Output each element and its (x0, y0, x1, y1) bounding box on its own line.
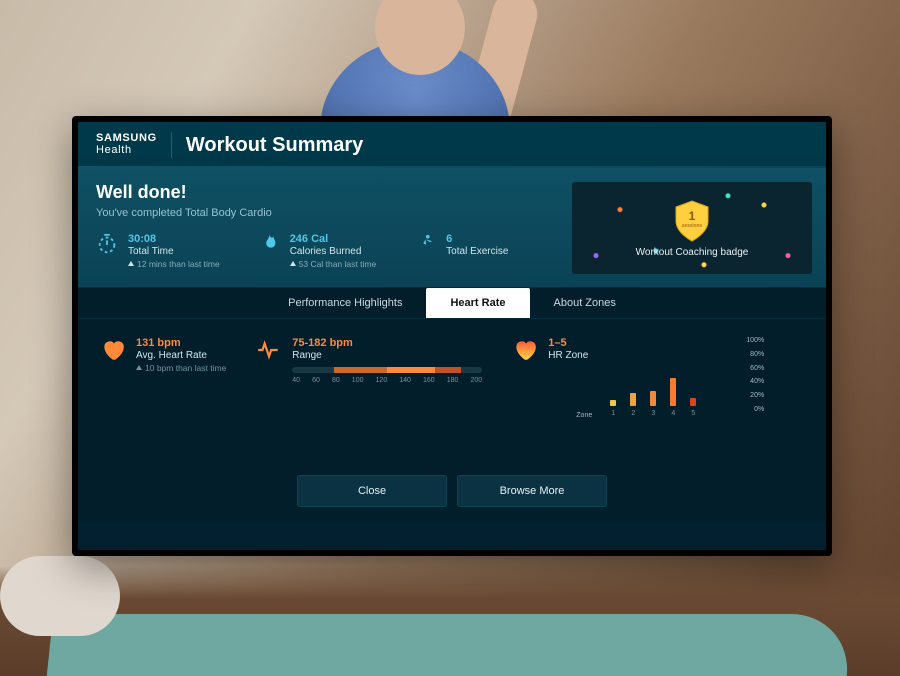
avg-hr-label: Avg. Heart Rate (136, 350, 226, 361)
background-foam-roller (0, 556, 120, 636)
stat-calories-label: Calories Burned (290, 246, 376, 257)
heart-icon (100, 337, 126, 363)
stat-calories: 246 Cal Calories Burned 53 Cal than last… (258, 233, 376, 269)
trophy-badge-icon: 1 sessions (672, 199, 712, 243)
hr-range-ticks: 406080100120140160180200 (292, 377, 482, 384)
hr-range-bar (292, 367, 482, 373)
stat-calories-delta: 53 Cal than last time (290, 259, 376, 269)
runner-icon (414, 233, 436, 255)
tv-frame: SAMSUNG Health Workout Summary Well done… (72, 116, 832, 556)
zone-chart-xlabel: Zone (576, 412, 592, 419)
tab-performance-highlights[interactable]: Performance Highlights (264, 288, 426, 318)
pulse-icon (256, 337, 282, 363)
hr-zone-value: 1–5 (548, 337, 588, 349)
stat-total-time: 30:08 Total Time 12 mins than last time (96, 233, 220, 269)
hr-zone-label: HR Zone (548, 350, 588, 361)
tab-bar: Performance Highlights Heart Rate About … (78, 287, 826, 319)
stat-exercise-value: 6 (446, 233, 508, 245)
stopwatch-icon (96, 233, 118, 255)
header: SAMSUNG Health Workout Summary (78, 122, 826, 166)
stat-exercise: 6 Total Exercise (414, 233, 508, 269)
achievement-badge-card: 1 sessions Workout Coaching badge (572, 182, 812, 274)
hr-range-value: 75-182 bpm (292, 337, 482, 349)
metric-avg-hr: 131 bpm Avg. Heart Rate 10 bpm than last… (100, 337, 226, 461)
stat-total-time-label: Total Time (128, 246, 220, 257)
footer-buttons: Close Browse More (78, 469, 826, 521)
hr-range-label: Range (292, 350, 482, 361)
badge-number: 1 (672, 209, 712, 223)
avg-hr-delta: 10 bpm than last time (136, 363, 226, 373)
app-screen: SAMSUNG Health Workout Summary Well done… (78, 122, 826, 550)
brand-line-2: Health (96, 145, 157, 157)
badge-unit: sessions (672, 223, 712, 229)
close-button[interactable]: Close (297, 475, 447, 507)
zone-chart-ylabels: 100%80%60%40%20%0% (746, 337, 764, 413)
stat-total-time-value: 30:08 (128, 233, 220, 245)
browse-more-button[interactable]: Browse More (457, 475, 607, 507)
flame-icon (258, 233, 280, 255)
heart-zone-icon (512, 337, 538, 363)
metric-hr-range: 75-182 bpm Range 40608010012014016018020… (256, 337, 482, 461)
metric-hr-zone: 1–5 HR Zone Zone 12345 100%80%60%40%20%0… (512, 337, 804, 461)
tab-about-zones[interactable]: About Zones (530, 288, 640, 318)
stat-exercise-label: Total Exercise (446, 246, 508, 257)
hr-zone-chart: Zone 12345 (604, 337, 730, 417)
avg-hr-value: 131 bpm (136, 337, 226, 349)
background-yoga-mat (47, 614, 854, 676)
badge-label: Workout Coaching badge (636, 247, 749, 258)
summary-band: Well done! You've completed Total Body C… (78, 168, 826, 287)
brand-logo: SAMSUNG Health (96, 133, 157, 156)
stat-total-time-delta: 12 mins than last time (128, 259, 220, 269)
heart-rate-panel: 131 bpm Avg. Heart Rate 10 bpm than last… (78, 319, 826, 469)
stat-calories-value: 246 Cal (290, 233, 376, 245)
header-divider (171, 132, 172, 158)
tab-heart-rate[interactable]: Heart Rate (426, 288, 529, 318)
page-title: Workout Summary (186, 134, 363, 157)
